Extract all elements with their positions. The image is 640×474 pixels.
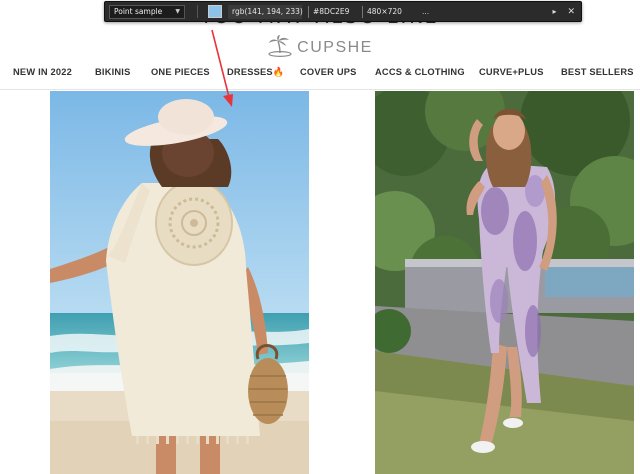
product-image-cover-up[interactable] <box>50 91 309 474</box>
dropdown-caret-icon: ▼ <box>175 8 180 15</box>
nav-divider <box>0 89 640 90</box>
brand-logo[interactable]: CUPSHE <box>0 34 640 62</box>
nav-item-one-pieces[interactable]: ONE PIECES <box>151 67 210 77</box>
product-image-tie-dye-dress[interactable] <box>375 91 634 474</box>
hex-value: #8DC2E9 <box>313 7 350 16</box>
color-swatch[interactable] <box>208 5 222 18</box>
crochet-cover-up-photo <box>50 91 309 474</box>
toolbar-separator <box>197 5 198 18</box>
nav-item-accs-clothing[interactable]: ACCS & CLOTHING <box>375 67 465 77</box>
rgb-value-field[interactable]: rgb(141, 194, 233) <box>228 4 303 19</box>
tie-dye-maxi-dress-photo <box>375 91 634 474</box>
close-icon[interactable]: ✕ <box>567 7 575 17</box>
nav-item-dresses[interactable]: DRESSES🔥 <box>227 67 285 78</box>
brand-name: CUPSHE <box>297 39 373 56</box>
nav-item-curve-plus[interactable]: CURVE+PLUS <box>479 67 544 77</box>
rgb-value: rgb(141, 194, 233) <box>232 7 303 16</box>
more-options-button[interactable]: ... <box>422 7 429 16</box>
palm-tree-icon <box>267 34 293 62</box>
size-value: 480×720 <box>367 7 402 16</box>
hex-value-field[interactable]: #8DC2E9 <box>308 5 356 19</box>
sample-mode-select[interactable]: Point sample ▼ <box>109 4 185 19</box>
color-picker-toolbar: Point sample ▼ rgb(141, 194, 233) #8DC2E… <box>104 1 582 22</box>
nav-item-new-in[interactable]: NEW IN 2022 <box>13 67 72 77</box>
chevron-right-icon[interactable]: ▸ <box>552 7 556 16</box>
nav-item-cover-ups[interactable]: COVER UPS <box>300 67 357 77</box>
sample-mode-label: Point sample <box>114 7 163 16</box>
nav-item-bikinis[interactable]: BIKINIS <box>95 67 131 77</box>
nav-item-best-sellers[interactable]: BEST SELLERS <box>561 67 634 77</box>
main-navigation: NEW IN 2022 BIKINIS ONE PIECES DRESSES🔥 … <box>0 67 640 83</box>
size-value-field[interactable]: 480×720 <box>362 5 410 19</box>
